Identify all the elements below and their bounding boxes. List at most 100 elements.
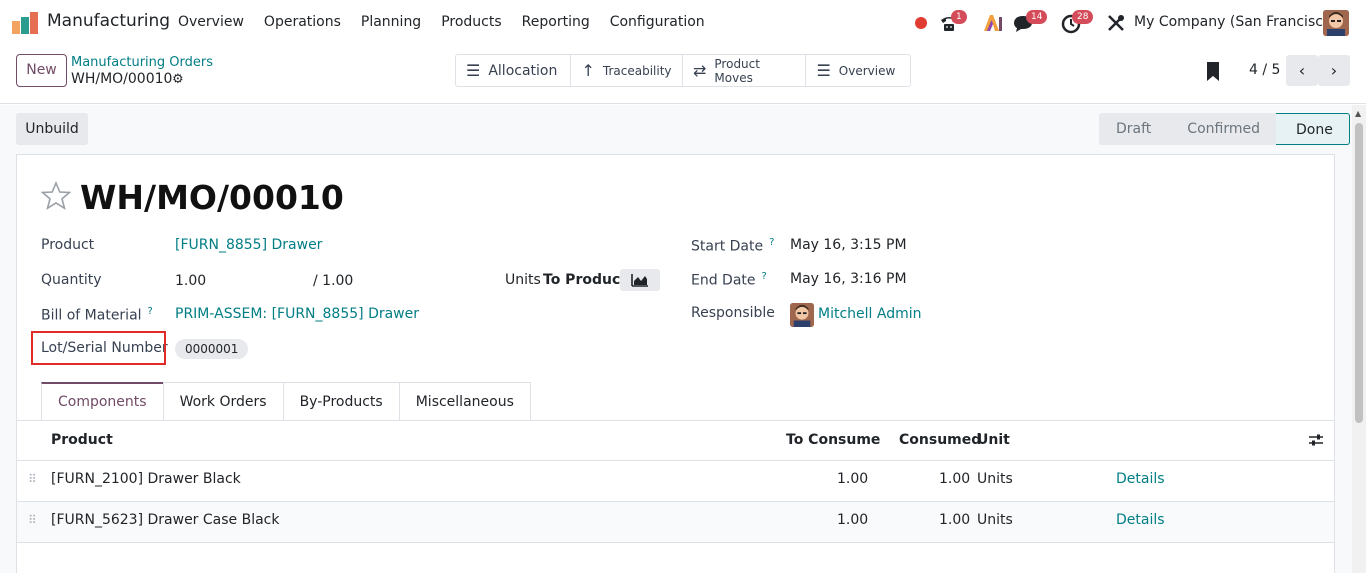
row-to-consume: 1.00 xyxy=(837,471,869,487)
overview-label: Overview xyxy=(838,63,896,78)
smart-buttons: ☰ Allocation ↑ Traceability ⇄ Product Mo… xyxy=(455,54,911,87)
end-date-label-text: End Date xyxy=(691,272,756,289)
lot-tag[interactable]: 0000001 xyxy=(175,339,249,359)
gear-icon[interactable]: ⚙ xyxy=(172,72,184,87)
user-avatar[interactable] xyxy=(1323,10,1349,36)
bom-label-text: Bill of Material xyxy=(41,307,142,324)
bom-help-icon[interactable]: ? xyxy=(148,306,153,317)
area-chart-icon xyxy=(631,274,648,287)
responsible-link[interactable]: Mitchell Admin xyxy=(818,306,922,322)
forecast-chart-button[interactable] xyxy=(620,269,660,291)
scrollbar[interactable]: ▲ xyxy=(1352,105,1366,573)
row-to-consume: 1.00 xyxy=(837,512,869,528)
tab-components[interactable]: Components xyxy=(41,382,164,420)
breadcrumb-current: WH/MO/00010 xyxy=(71,71,173,87)
scroll-up-arrow-icon[interactable]: ▲ xyxy=(1355,109,1361,118)
optional-columns-icon[interactable] xyxy=(1308,433,1324,447)
new-button[interactable]: New xyxy=(16,54,67,87)
allocation-button[interactable]: ☰ Allocation xyxy=(456,55,572,86)
menu-operations[interactable]: Operations xyxy=(264,14,341,30)
tab-work-orders[interactable]: Work Orders xyxy=(162,382,284,420)
bom-label: Bill of Material? xyxy=(41,306,153,324)
menu-overview[interactable]: Overview xyxy=(178,14,244,30)
main-menu: Overview Operations Planning Products Re… xyxy=(178,14,725,30)
menu-reporting[interactable]: Reporting xyxy=(522,14,590,30)
product-moves-label: Product Moves xyxy=(714,56,760,85)
responsible-label: Responsible xyxy=(691,305,775,321)
to-produce-label: To Produce xyxy=(543,272,630,288)
row-unit: Units xyxy=(977,471,1013,487)
favorite-star-icon[interactable] xyxy=(41,181,71,211)
scroll-thumb[interactable] xyxy=(1355,123,1363,423)
product-link[interactable]: [FURN_8855] Drawer xyxy=(175,237,322,253)
user-avatar-image xyxy=(1323,10,1349,36)
top-navbar: Manufacturing Overview Operations Planni… xyxy=(0,0,1366,46)
control-panel: New Manufacturing Orders WH/MO/00010 ⚙ ☰… xyxy=(0,46,1366,104)
start-date-field[interactable]: May 16, 3:15 PM xyxy=(790,237,907,253)
start-date-label-text: Start Date xyxy=(691,238,764,255)
allocation-label: Allocation xyxy=(488,62,558,79)
clock-badge: 28 xyxy=(1072,10,1094,24)
exchange-icon: ⇄ xyxy=(693,61,707,80)
list-icon: ☰ xyxy=(466,61,481,80)
menu-planning[interactable]: Planning xyxy=(361,14,421,30)
recording-indicator-icon[interactable] xyxy=(915,17,927,29)
tab-divider xyxy=(17,420,1334,421)
stage-draft[interactable]: Draft xyxy=(1099,113,1168,145)
end-date-help-icon[interactable]: ? xyxy=(762,271,767,282)
menu-bars-icon: ☰ xyxy=(816,61,831,80)
table-header-divider xyxy=(17,460,1334,461)
record-title: WH/MO/00010 xyxy=(80,178,344,217)
row-unit: Units xyxy=(977,512,1013,528)
responsible-avatar-image xyxy=(790,303,814,327)
unbuild-button[interactable]: Unbuild xyxy=(16,113,88,145)
details-button[interactable]: Details xyxy=(1116,512,1165,528)
column-header-consumed[interactable]: Consumed xyxy=(899,432,981,448)
quantity-total: / 1.00 xyxy=(313,273,354,289)
end-date-field[interactable]: May 16, 3:16 PM xyxy=(790,271,907,287)
start-date-label: Start Date? xyxy=(691,237,774,255)
row-product[interactable]: [FURN_5623] Drawer Case Black xyxy=(51,512,279,528)
row-consumed[interactable]: 1.00 xyxy=(939,471,970,487)
row-product[interactable]: [FURN_2100] Drawer Black xyxy=(51,471,241,487)
drag-handle-icon[interactable]: ⠿ xyxy=(28,472,37,486)
tools-icon[interactable] xyxy=(1105,12,1127,34)
highlight-box xyxy=(31,331,166,365)
pager-next-button[interactable]: › xyxy=(1318,55,1350,86)
traceability-label: Traceability xyxy=(602,63,672,78)
product-label: Product xyxy=(41,237,95,253)
menu-configuration[interactable]: Configuration xyxy=(610,14,705,30)
responsible-avatar xyxy=(790,303,814,327)
start-date-help-icon[interactable]: ? xyxy=(769,237,774,248)
row-consumed[interactable]: 1.00 xyxy=(939,512,970,528)
product-moves-button[interactable]: ⇄ Product Moves xyxy=(683,55,807,86)
drag-handle-icon[interactable]: ⠿ xyxy=(28,513,37,527)
column-header-unit[interactable]: Unit xyxy=(977,432,1010,448)
notebook-tabs: Components Work Orders By-Products Misce… xyxy=(41,382,531,420)
details-button[interactable]: Details xyxy=(1116,471,1165,487)
traceability-button[interactable]: ↑ Traceability xyxy=(571,55,683,86)
arrow-up-icon: ↑ xyxy=(581,61,595,80)
column-header-product[interactable]: Product xyxy=(51,432,113,448)
tab-miscellaneous[interactable]: Miscellaneous xyxy=(398,382,531,420)
messages-badge: 14 xyxy=(1026,10,1048,24)
uom-field[interactable]: Units xyxy=(505,272,541,288)
column-header-to-consume[interactable]: To Consume xyxy=(786,432,880,448)
menu-products[interactable]: Products xyxy=(441,14,501,30)
company-switcher[interactable]: My Company (San Francisco) xyxy=(1134,14,1337,30)
tab-by-products[interactable]: By-Products xyxy=(282,382,400,420)
pager-value[interactable]: 4 / 5 xyxy=(1249,62,1280,78)
manufacturing-app-icon[interactable] xyxy=(12,12,38,34)
stage-confirmed[interactable]: Confirmed xyxy=(1167,113,1276,145)
bom-link[interactable]: PRIM-ASSEM: [FURN_8855] Drawer xyxy=(175,306,419,322)
breadcrumb-parent[interactable]: Manufacturing Orders xyxy=(71,55,213,70)
quantity-label: Quantity xyxy=(41,272,102,288)
stage-done[interactable]: Done xyxy=(1275,113,1350,145)
ai-icon[interactable] xyxy=(982,12,1004,34)
pager-previous-button[interactable]: ‹ xyxy=(1286,55,1318,86)
overview-button[interactable]: ☰ Overview xyxy=(806,55,910,86)
quantity-input[interactable]: 1.00 xyxy=(175,273,206,289)
app-name[interactable]: Manufacturing xyxy=(47,11,170,31)
bookmark-icon[interactable] xyxy=(1206,62,1220,81)
activity-badge: 1 xyxy=(951,10,967,24)
